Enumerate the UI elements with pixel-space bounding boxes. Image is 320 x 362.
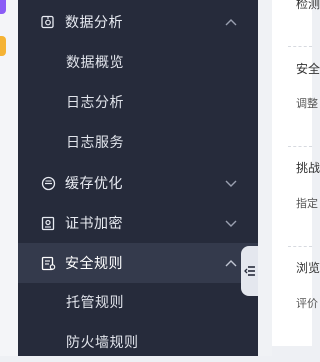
panel-text: 浏览 bbox=[296, 261, 320, 275]
divider bbox=[288, 46, 312, 47]
chevron-up-icon bbox=[225, 19, 237, 26]
menu-group-label: 证书加密 bbox=[65, 216, 123, 232]
panel-text: 挑战 bbox=[296, 161, 320, 175]
submenu-item-data-overview[interactable]: 数据概览 bbox=[18, 42, 258, 82]
submenu-item-label: 托管规则 bbox=[66, 295, 124, 311]
content-panel: 检测 安全 调整 挑战 指定 浏览 评价 bbox=[272, 0, 320, 346]
sidebar-collapse-button[interactable] bbox=[241, 246, 258, 296]
divider bbox=[288, 146, 312, 147]
divider bbox=[288, 246, 312, 247]
left-strip bbox=[0, 0, 18, 356]
chevron-down-icon bbox=[225, 180, 237, 187]
submenu-item-label: 日志服务 bbox=[66, 135, 124, 151]
menu-group-cache-optimization[interactable]: 缓存优化 bbox=[18, 163, 258, 203]
submenu-item-firewall-rules[interactable]: 防火墙规则 bbox=[18, 322, 258, 362]
menu-group-label: 缓存优化 bbox=[65, 176, 123, 192]
chevron-up-icon bbox=[225, 260, 237, 267]
security-rule-icon bbox=[40, 255, 56, 271]
purple-tag bbox=[0, 0, 6, 14]
panel-text: 指定 bbox=[296, 197, 318, 210]
chevron-down-icon bbox=[225, 220, 237, 227]
submenu-item-label: 日志分析 bbox=[66, 95, 124, 111]
submenu-item-log-analysis[interactable]: 日志分析 bbox=[18, 82, 258, 122]
menu-group-label: 安全规则 bbox=[65, 256, 123, 272]
submenu-item-label: 防火墙规则 bbox=[66, 335, 139, 351]
data-analysis-icon bbox=[40, 14, 56, 30]
panel-text: 调整 bbox=[296, 97, 318, 110]
submenu-item-log-service[interactable]: 日志服务 bbox=[18, 122, 258, 162]
menu-group-certificate-encryption[interactable]: 证书加密 bbox=[18, 203, 258, 243]
content-gutter bbox=[258, 0, 272, 356]
collapse-menu-icon bbox=[243, 266, 255, 276]
panel-text: 检测 bbox=[296, 0, 320, 11]
submenu-item-managed-rules[interactable]: 托管规则 bbox=[18, 282, 258, 322]
certificate-icon bbox=[40, 215, 56, 231]
menu-group-security-rules[interactable]: 安全规则 bbox=[18, 243, 258, 283]
sidebar: 数据分析 数据概览 日志分析 日志服务 缓存优化 证书加密 安全规则 托管规则 … bbox=[18, 0, 258, 356]
panel-text: 评价 bbox=[296, 297, 318, 310]
menu-group-data-analysis[interactable]: 数据分析 bbox=[18, 2, 258, 42]
submenu-item-label: 数据概览 bbox=[66, 55, 124, 71]
cache-icon bbox=[40, 175, 56, 191]
panel-text: 安全 bbox=[296, 62, 320, 76]
menu-group-label: 数据分析 bbox=[65, 15, 123, 31]
yellow-tag bbox=[0, 36, 6, 56]
